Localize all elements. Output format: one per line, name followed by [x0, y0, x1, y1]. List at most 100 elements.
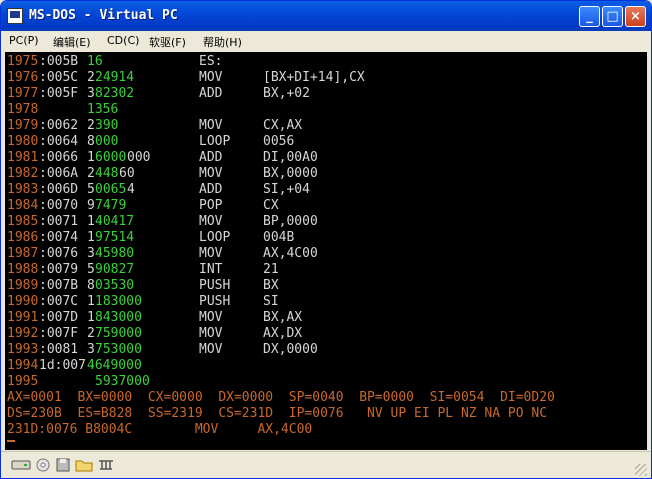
operand: 004B: [263, 230, 295, 245]
minimize-button[interactable]: _: [579, 6, 600, 27]
address: :005F: [39, 86, 79, 101]
hard-disk-icon[interactable]: [11, 458, 31, 472]
mnemonic: MOV: [199, 118, 223, 133]
operand: AX,DX: [263, 326, 303, 341]
mnemonic: PUSH: [199, 294, 231, 309]
address: :007D: [39, 310, 79, 325]
operand: [BX+DI+14],CX: [263, 70, 365, 85]
line-number: 1977: [7, 86, 39, 101]
value-prefix: 8: [87, 278, 95, 293]
value: 000: [95, 134, 119, 149]
value-prefix: 1: [87, 214, 95, 229]
mnemonic: POP: [199, 198, 223, 213]
menu-pc[interactable]: PC(P): [9, 34, 39, 47]
operand: BX,AX: [263, 310, 303, 325]
address: :007C: [39, 294, 79, 309]
mnemonic: LOOP: [199, 230, 231, 245]
mnemonic: MOV: [199, 310, 223, 325]
line-number: 1979: [7, 118, 39, 133]
cd-icon[interactable]: [35, 458, 51, 472]
line-number: 1975: [7, 54, 39, 69]
value: 82302: [95, 86, 135, 101]
operand: 21: [263, 262, 279, 277]
line-number: 1993: [7, 342, 39, 357]
status-bar: [1, 451, 651, 478]
operand: AX,4C00: [263, 246, 318, 261]
line-number: 1984: [7, 198, 39, 213]
network-icon[interactable]: [97, 458, 115, 472]
value-prefix: 3: [87, 246, 95, 261]
mnemonic: MOV: [199, 214, 223, 229]
value: 390: [95, 118, 119, 133]
resize-grip[interactable]: [635, 464, 647, 476]
operand: DI,00A0: [263, 150, 318, 165]
value-prefix: 5: [87, 262, 95, 277]
menu-bar: PC(P) 编辑(E) CD(C) 软驱(F) 帮助(H): [1, 31, 651, 51]
operand: DX,0000: [263, 342, 318, 357]
value: 90827: [95, 262, 135, 277]
line-number: 1995: [7, 374, 39, 389]
operand: CX,AX: [263, 118, 303, 133]
line-number: 1985: [7, 214, 39, 229]
address: :0062: [39, 118, 79, 133]
operand: 0056: [263, 134, 295, 149]
value-prefix: 3: [87, 342, 95, 357]
value-prefix: 9: [87, 198, 95, 213]
window-title: MS-DOS - Virtual PC: [29, 8, 178, 23]
value: 45980: [95, 246, 135, 261]
value: 759000: [95, 326, 142, 341]
mnemonic: MOV: [199, 246, 223, 261]
address: :007B: [39, 278, 79, 293]
mnemonic: LOOP: [199, 134, 231, 149]
operand: SI,+04: [263, 182, 310, 197]
line-number: 1981: [7, 150, 39, 165]
dos-console[interactable]: 1975:005B 16 ES: 1976:005C 2 24914 MOV [BX+DI+1…: [5, 52, 647, 450]
value: 753000: [95, 342, 142, 357]
value: 7479: [95, 198, 127, 213]
operand: BP,0000: [263, 214, 318, 229]
address: :007F: [39, 326, 79, 341]
address: :0081: [39, 342, 79, 357]
menu-floppy[interactable]: 软驱(F): [149, 34, 186, 50]
line-number: 1987: [7, 246, 39, 261]
mnemonic: ADD: [199, 86, 223, 101]
register-line-1: AX=0001 BX=0000 CX=0000 DX=0000 SP=0040 …: [7, 390, 555, 405]
mnemonic: ADD: [199, 150, 223, 165]
address: :006A: [39, 166, 79, 181]
menu-edit[interactable]: 编辑(E): [53, 34, 91, 50]
line-number: 1983: [7, 182, 39, 197]
value-prefix: 1: [87, 230, 95, 245]
msdos-app-icon[interactable]: [7, 8, 23, 24]
operand: BX,0000: [263, 166, 318, 181]
menu-cd[interactable]: CD(C): [107, 34, 139, 47]
address: :0074: [39, 230, 79, 245]
operand: SI: [263, 294, 279, 309]
value: 24914: [95, 70, 135, 85]
value: 97514: [95, 230, 135, 245]
value-prefix: 1: [87, 294, 95, 309]
mnemonic: MOV: [199, 166, 223, 181]
title-bar[interactable]: MS-DOS - Virtual PC _ □ ×: [1, 1, 651, 31]
address: :0066: [39, 150, 79, 165]
value: 4649000: [87, 358, 142, 373]
floppy-icon[interactable]: [55, 458, 71, 472]
value-prefix: 1: [87, 150, 95, 165]
line-number: 1989: [7, 278, 39, 293]
value: 6000: [95, 150, 127, 165]
folder-icon[interactable]: [75, 458, 93, 472]
menu-help[interactable]: 帮助(H): [203, 34, 242, 50]
maximize-button[interactable]: □: [602, 6, 623, 27]
line-number: 1978: [7, 102, 39, 117]
value-prefix: 1: [87, 310, 95, 325]
address: :0064: [39, 134, 79, 149]
value-prefix: 3: [87, 86, 95, 101]
address: 1d:007: [39, 358, 86, 373]
operand: BX,+02: [263, 86, 310, 101]
line-number: 1986: [7, 230, 39, 245]
line-number: 1992: [7, 326, 39, 341]
line-number: 1990: [7, 294, 39, 309]
address: :006D: [39, 182, 79, 197]
line-number: 1994: [7, 358, 39, 373]
value-suffix: 000: [127, 150, 151, 165]
close-button[interactable]: ×: [625, 6, 646, 27]
